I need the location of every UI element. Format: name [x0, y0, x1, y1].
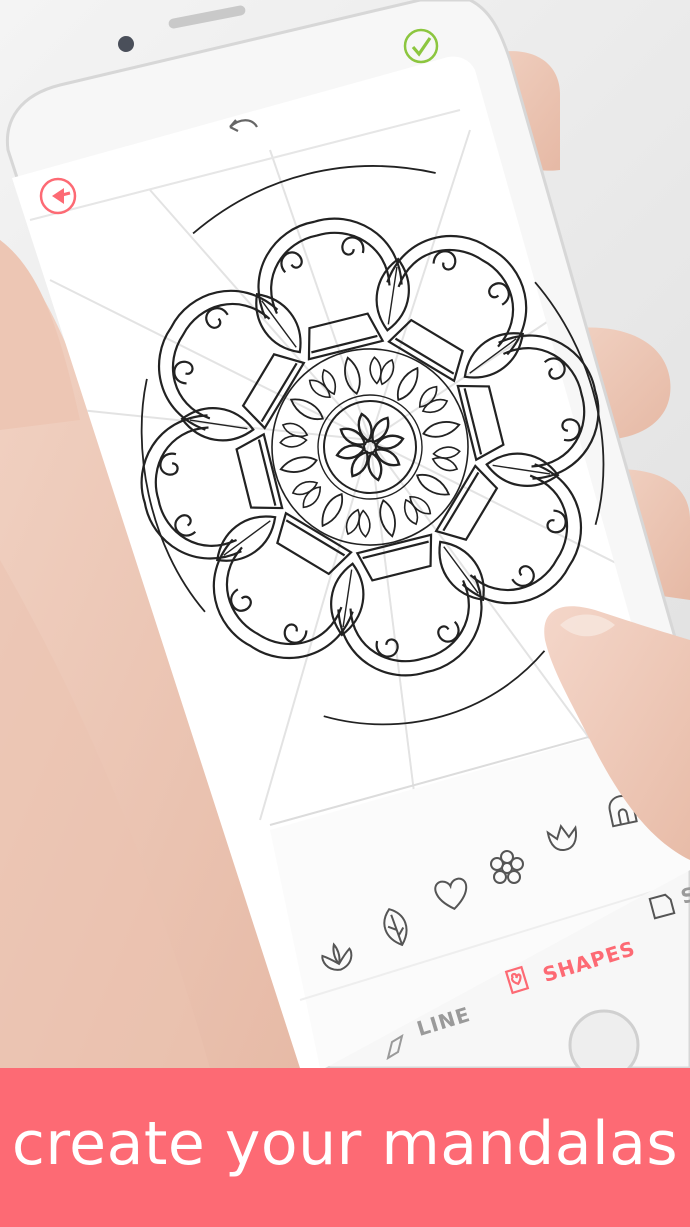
caption-text: create your mandalas: [11, 1108, 679, 1179]
caption-banner: create your mandalas: [0, 1068, 690, 1227]
app-screenshot: LINE SHAPES S create your mandalas: [0, 0, 690, 1227]
thumb-overlay: [0, 560, 690, 1068]
